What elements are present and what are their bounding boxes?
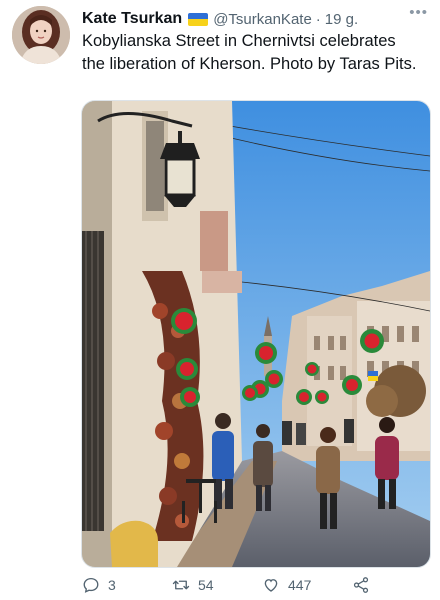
author-name[interactable]: Kate Tsurkan [82, 10, 182, 28]
more-icon[interactable]: ••• [409, 4, 428, 21]
tweet-header: Kate Tsurkan @TsurkanKate · 19 g. [82, 8, 410, 30]
reply-icon [83, 577, 99, 593]
like-count: 447 [288, 577, 312, 593]
avatar[interactable] [12, 6, 70, 64]
avatar-image [12, 6, 70, 64]
ukraine-flag-icon [188, 12, 209, 26]
share-button[interactable] [352, 576, 378, 594]
like-button[interactable]: 447 [262, 576, 311, 594]
reply-count: 3 [108, 577, 116, 593]
share-icon [353, 577, 369, 593]
tweet-actions: 3 54 447 [82, 576, 382, 598]
retweet-count: 54 [198, 577, 214, 593]
tweet-text: Kobylianska Street in Chernivtsi celebra… [82, 32, 417, 73]
tweet-photo[interactable] [81, 100, 431, 568]
street-photo [82, 101, 430, 567]
retweet-button[interactable]: 54 [172, 576, 214, 594]
retweet-icon [172, 580, 190, 590]
author-handle[interactable]: @TsurkanKate [213, 11, 312, 28]
heart-icon [264, 579, 278, 592]
tweet-timestamp[interactable]: 19 g. [325, 11, 358, 28]
separator-dot: · [315, 10, 321, 28]
reply-button[interactable]: 3 [82, 576, 116, 594]
